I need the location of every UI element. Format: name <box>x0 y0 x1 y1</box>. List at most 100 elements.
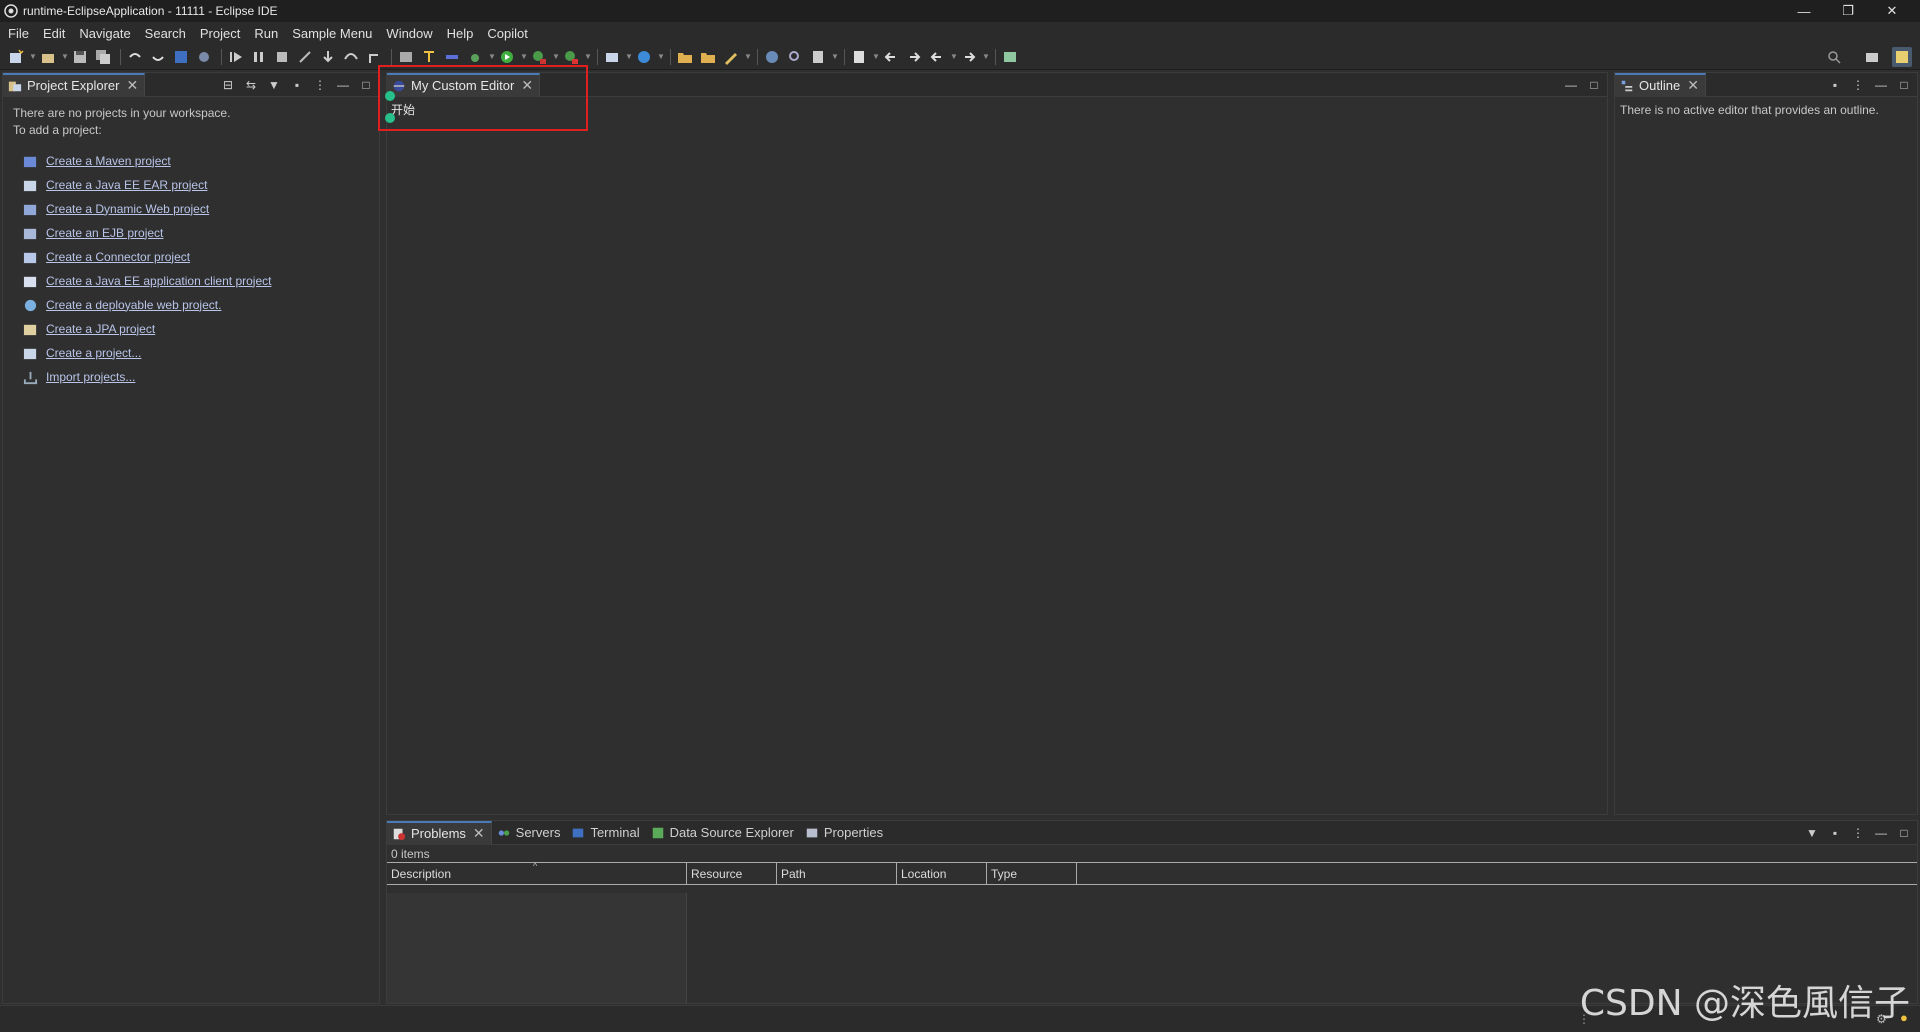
maximize-icon[interactable]: □ <box>1895 824 1913 842</box>
run-icon[interactable] <box>497 47 517 67</box>
tab-servers[interactable]: Servers <box>492 821 567 845</box>
menu-project[interactable]: Project <box>200 26 240 41</box>
tab-my-custom-editor[interactable]: My Custom Editor ✕ <box>387 72 541 97</box>
create-ejb-project-link[interactable]: Create an EJB project <box>46 225 163 242</box>
back-dropdown-icon[interactable]: ▼ <box>950 47 958 67</box>
tab-project-explorer[interactable]: Project Explorer ✕ <box>3 72 146 97</box>
forward-icon[interactable] <box>959 47 979 67</box>
open-folder-icon[interactable] <box>675 47 695 67</box>
minimize-icon[interactable]: — <box>1872 824 1890 842</box>
suspend-icon[interactable] <box>249 47 269 67</box>
create-dynamic-web-project-link[interactable]: Create a Dynamic Web project <box>46 201 209 218</box>
java-ee-perspective-icon[interactable] <box>1892 46 1912 67</box>
minimize-icon[interactable]: — <box>334 76 352 94</box>
forward-dropdown-icon[interactable]: ▼ <box>982 47 990 67</box>
menu-copilot[interactable]: Copilot <box>487 26 527 41</box>
tab-properties[interactable]: Properties <box>800 821 889 845</box>
maximize-icon[interactable]: □ <box>1585 76 1603 94</box>
close-window-button[interactable]: ✕ <box>1870 0 1914 22</box>
focus-icon[interactable]: ▪ <box>288 76 306 94</box>
new-server-dropdown-icon[interactable]: ▼ <box>625 47 633 67</box>
collapse-all-icon[interactable]: ⊟ <box>219 76 237 94</box>
create-ear-project-link[interactable]: Create a Java EE EAR project <box>46 177 207 194</box>
close-icon[interactable]: ✕ <box>1687 77 1699 94</box>
web-browser-icon[interactable] <box>762 47 782 67</box>
end-marker-icon[interactable] <box>385 113 395 123</box>
editor-canvas[interactable]: 开始 <box>385 91 1607 814</box>
new-class-icon[interactable] <box>634 47 654 67</box>
focus-icon[interactable]: ▪ <box>1826 76 1844 94</box>
last-edit-forward-icon[interactable] <box>904 47 924 67</box>
minimize-icon[interactable]: — <box>1562 76 1580 94</box>
annotation-icon[interactable] <box>808 47 828 67</box>
menu-navigate[interactable]: Navigate <box>79 26 130 41</box>
start-marker-icon[interactable] <box>385 91 395 101</box>
debug-dropdown-icon[interactable]: ▼ <box>488 47 496 67</box>
create-app-client-project-link[interactable]: Create a Java EE application client proj… <box>46 273 271 290</box>
last-edit-back-icon[interactable] <box>881 47 901 67</box>
view-menu-icon[interactable]: ⋮ <box>1849 824 1867 842</box>
new-package-dropdown-icon[interactable]: ▼ <box>61 47 69 67</box>
close-icon[interactable]: ✕ <box>126 77 138 94</box>
search-icon[interactable] <box>1824 47 1844 67</box>
terminal-icon[interactable] <box>171 47 191 67</box>
column-type[interactable]: Type <box>987 863 1077 885</box>
maximize-icon[interactable]: □ <box>1895 76 1913 94</box>
tab-problems[interactable]: Problems ✕ <box>387 820 492 845</box>
coverage-dropdown-icon[interactable]: ▼ <box>552 47 560 67</box>
create-jpa-project-link[interactable]: Create a JPA project <box>46 321 155 338</box>
tab-outline[interactable]: Outline ✕ <box>1615 72 1706 97</box>
column-description[interactable]: Description ^ <box>387 861 687 885</box>
import-projects-link[interactable]: Import projects... <box>46 369 135 386</box>
menu-file[interactable]: File <box>8 26 29 41</box>
save-all-icon[interactable] <box>93 47 113 67</box>
minimize-button[interactable]: — <box>1782 0 1826 22</box>
redo-icon[interactable] <box>148 47 168 67</box>
coverage-icon[interactable] <box>529 47 549 67</box>
tab-terminal[interactable]: Terminal <box>566 821 645 845</box>
step-into-icon[interactable] <box>318 47 338 67</box>
maximize-icon[interactable]: □ <box>357 76 375 94</box>
link-with-editor-icon[interactable]: ⇆ <box>242 76 260 94</box>
save-icon[interactable] <box>70 47 90 67</box>
close-icon[interactable]: ✕ <box>521 77 533 94</box>
open-type-icon[interactable] <box>419 47 439 67</box>
search-web-icon[interactable] <box>785 47 805 67</box>
close-icon[interactable]: ✕ <box>473 825 485 842</box>
toggle-view-icon[interactable] <box>442 47 462 67</box>
annotation-dropdown-icon[interactable]: ▼ <box>831 47 839 67</box>
undo-icon[interactable] <box>125 47 145 67</box>
column-resource[interactable]: Resource <box>687 863 777 885</box>
new-server-icon[interactable] <box>602 47 622 67</box>
restore-button[interactable]: ❐ <box>1826 0 1870 22</box>
menu-sample-menu[interactable]: Sample Menu <box>292 26 372 41</box>
create-project-link[interactable]: Create a project... <box>46 345 141 362</box>
focus-icon[interactable]: ▪ <box>1826 824 1844 842</box>
create-maven-project-link[interactable]: Create a Maven project <box>46 153 171 170</box>
resume-icon[interactable] <box>226 47 246 67</box>
new-class-dropdown-icon[interactable]: ▼ <box>657 47 665 67</box>
open-console-icon[interactable] <box>396 47 416 67</box>
back-icon[interactable] <box>927 47 947 67</box>
filter-icon[interactable]: ▼ <box>1803 824 1821 842</box>
menu-run[interactable]: Run <box>254 26 278 41</box>
menu-search[interactable]: Search <box>145 26 186 41</box>
new-dropdown-icon[interactable]: ▼ <box>29 47 37 67</box>
external-tools-icon[interactable] <box>561 47 581 67</box>
create-connector-project-link[interactable]: Create a Connector project <box>46 249 190 266</box>
skip-breakpoints-icon[interactable] <box>194 47 214 67</box>
edit-pencil-icon[interactable] <box>721 47 741 67</box>
create-deployable-web-project-link[interactable]: Create a deployable web project. <box>46 297 221 314</box>
next-annotation-icon[interactable] <box>849 47 869 67</box>
minimize-icon[interactable]: — <box>1872 76 1890 94</box>
step-over-icon[interactable] <box>341 47 361 67</box>
pin-editor-icon[interactable] <box>1000 47 1020 67</box>
menu-help[interactable]: Help <box>447 26 474 41</box>
debug-icon[interactable] <box>465 47 485 67</box>
column-location[interactable]: Location <box>897 863 987 885</box>
new-icon[interactable] <box>6 47 26 67</box>
new-package-icon[interactable] <box>38 47 58 67</box>
menu-edit[interactable]: Edit <box>43 26 65 41</box>
view-menu-icon[interactable]: ⋮ <box>311 76 329 94</box>
terminate-icon[interactable] <box>272 47 292 67</box>
